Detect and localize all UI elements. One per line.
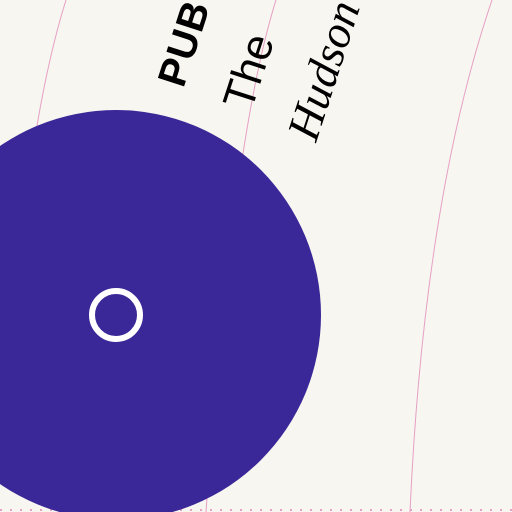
spindle-hole-ring bbox=[89, 288, 143, 342]
guide-arc-outer bbox=[409, 0, 493, 512]
artwork-canvas: PUB The Hudson bbox=[0, 0, 512, 512]
